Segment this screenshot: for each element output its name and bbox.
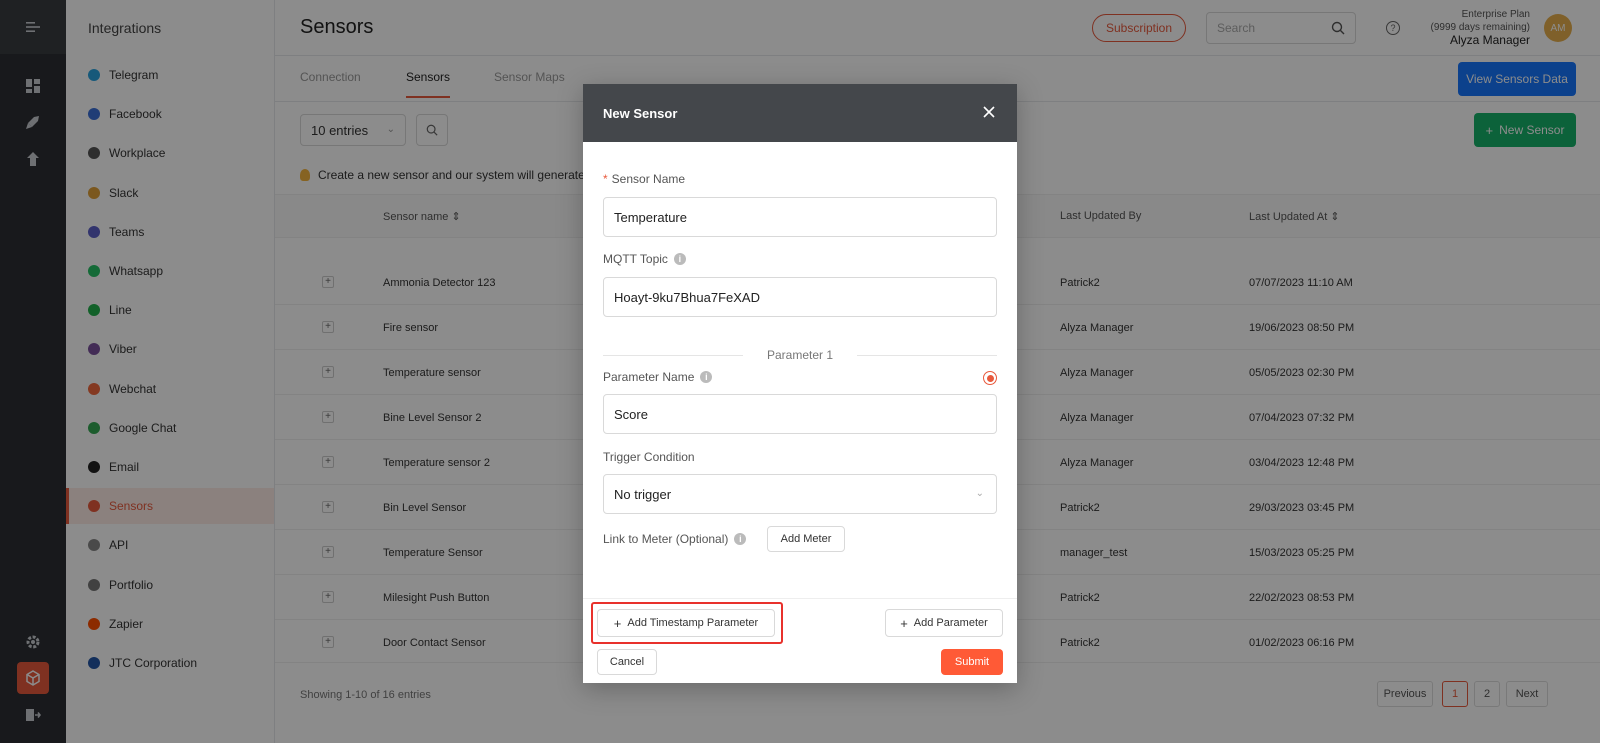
- link-meter-label: Link to Meter (Optional) i: [603, 532, 747, 546]
- add-timestamp-label: Add Timestamp Parameter: [627, 617, 759, 629]
- chevron-down-icon: ⌄: [975, 488, 984, 499]
- modal-header: New Sensor: [583, 84, 1017, 142]
- modal-title: New Sensor: [603, 105, 678, 121]
- add-meter-button[interactable]: Add Meter: [767, 526, 845, 552]
- plus-icon: +: [900, 615, 908, 631]
- parameter-name-label: Parameter Name i: [603, 370, 713, 384]
- trigger-condition-label: Trigger Condition: [603, 450, 695, 464]
- submit-button[interactable]: Submit: [941, 649, 1003, 675]
- modal-footer: + Add Timestamp Parameter + Add Paramete…: [583, 598, 1017, 683]
- sensor-name-label: * Sensor Name: [603, 172, 686, 186]
- info-icon[interactable]: i: [734, 533, 747, 545]
- add-timestamp-parameter-button[interactable]: + Add Timestamp Parameter: [597, 609, 775, 637]
- trigger-value: No trigger: [614, 486, 672, 502]
- mqtt-topic-input[interactable]: Hoayt-9ku7Bhua7FeXAD: [603, 277, 997, 317]
- cancel-button[interactable]: Cancel: [597, 649, 657, 675]
- parameter-radio[interactable]: [983, 371, 997, 385]
- close-icon[interactable]: [981, 104, 997, 120]
- plus-icon: +: [613, 615, 622, 631]
- new-sensor-modal: New Sensor * Sensor Name Temperature MQTT…: [583, 84, 1017, 683]
- parameter-divider: Parameter 1: [603, 348, 997, 362]
- trigger-condition-select[interactable]: No trigger ⌄: [603, 474, 997, 514]
- add-parameter-button[interactable]: + Add Parameter: [885, 609, 1003, 637]
- add-parameter-label: Add Parameter: [913, 617, 988, 629]
- parameter-name-input[interactable]: Score: [603, 394, 997, 434]
- info-icon[interactable]: i: [700, 371, 713, 383]
- mqtt-topic-label: MQTT Topic i: [603, 252, 686, 266]
- info-icon[interactable]: i: [673, 253, 686, 265]
- sensor-name-input[interactable]: Temperature: [603, 197, 997, 237]
